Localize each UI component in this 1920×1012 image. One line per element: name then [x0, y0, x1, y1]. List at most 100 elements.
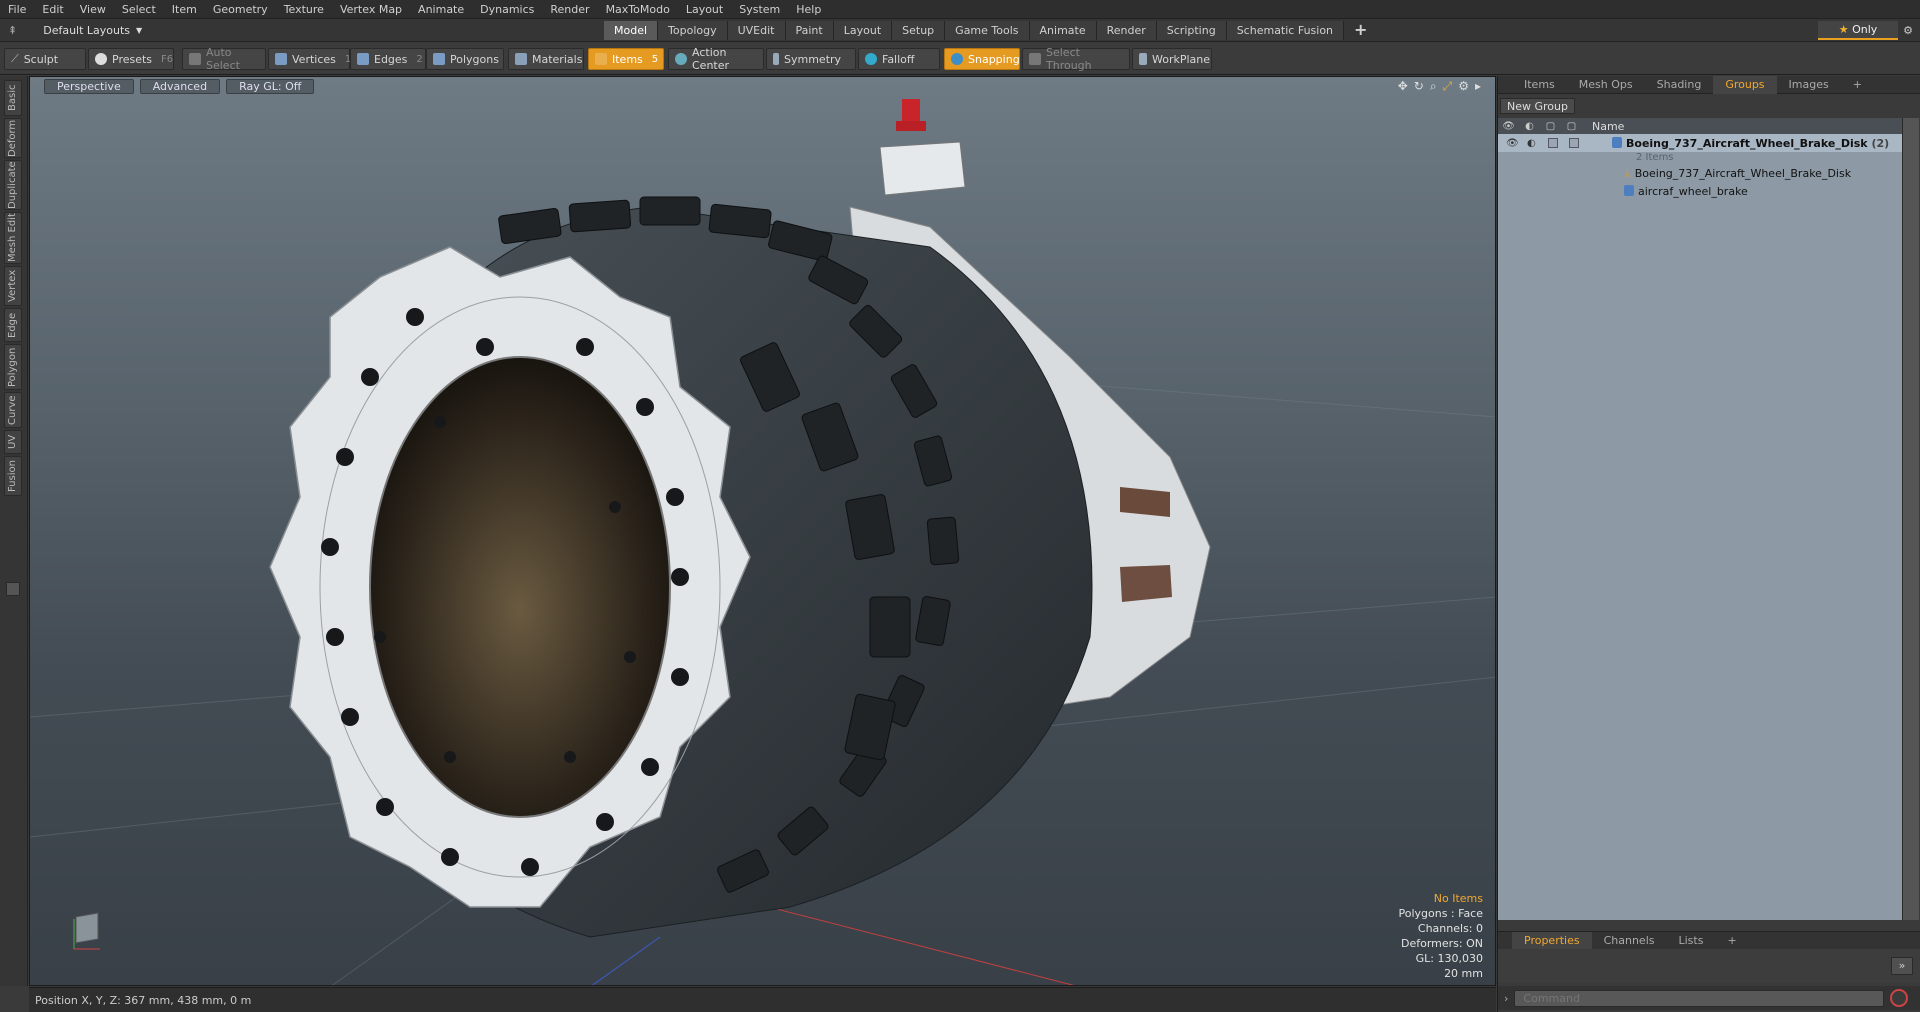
- gear-icon[interactable]: ⚙: [1898, 21, 1918, 40]
- menu-view[interactable]: View: [72, 0, 114, 19]
- menu-help[interactable]: Help: [788, 0, 829, 19]
- materials-icon: [515, 53, 527, 65]
- menu-geometry[interactable]: Geometry: [205, 0, 276, 19]
- add-bottom-tab-icon[interactable]: +: [1715, 932, 1748, 950]
- 3d-viewport[interactable]: Perspective Advanced Ray GL: Off ✥ ↻ ⌕ ⤢…: [29, 76, 1496, 986]
- groups-scrollbar[interactable]: [1902, 118, 1919, 920]
- menu-animate[interactable]: Animate: [410, 0, 472, 19]
- action-center-button[interactable]: Action Center: [668, 46, 764, 72]
- vtab-edge[interactable]: Edge: [4, 308, 22, 342]
- tab-game-tools[interactable]: Game Tools: [945, 21, 1030, 40]
- items-button[interactable]: Items 5: [588, 48, 664, 70]
- vtab-mesh-edit[interactable]: Mesh Edit: [4, 212, 22, 264]
- tab-shading[interactable]: Shading: [1645, 76, 1714, 94]
- group-render-icon[interactable]: ◐: [1527, 138, 1536, 149]
- presets-shortcut: F6: [161, 53, 174, 65]
- snapping-button[interactable]: Snapping: [944, 48, 1020, 70]
- vtab-duplicate[interactable]: Duplicate: [4, 160, 22, 210]
- only-button[interactable]: ★ Only: [1818, 21, 1898, 40]
- menu-layout[interactable]: Layout: [678, 0, 731, 19]
- layout-selector[interactable]: ⇞ Default Layouts ▼: [8, 22, 142, 39]
- vtab-basic[interactable]: Basic: [4, 80, 22, 116]
- tab-channels[interactable]: Channels: [1592, 932, 1667, 950]
- tab-scripting[interactable]: Scripting: [1156, 21, 1227, 40]
- vtab-uv[interactable]: UV: [4, 430, 22, 454]
- workplane-button[interactable]: WorkPlane: [1132, 48, 1212, 70]
- items-shortcut: 5: [651, 53, 659, 65]
- falloff-button[interactable]: Falloff: [858, 48, 940, 70]
- menu-vertex-map[interactable]: Vertex Map: [332, 0, 410, 19]
- polygons-button[interactable]: Polygons: [426, 48, 504, 70]
- tab-schematic-fusion[interactable]: Schematic Fusion: [1226, 21, 1345, 40]
- add-panel-tab-icon[interactable]: +: [1841, 76, 1874, 94]
- menu-edit[interactable]: Edit: [34, 0, 71, 19]
- tab-lists[interactable]: Lists: [1667, 932, 1716, 950]
- shading-mode-button[interactable]: Advanced: [139, 78, 221, 94]
- materials-button[interactable]: Materials: [508, 48, 584, 70]
- tab-animate[interactable]: Animate: [1029, 21, 1097, 40]
- tab-mesh-ops[interactable]: Mesh Ops: [1567, 76, 1645, 94]
- menu-bar: File Edit View Select Item Geometry Text…: [0, 0, 1920, 19]
- scene-render[interactable]: [30, 77, 1496, 986]
- auto-select-button[interactable]: Auto Select: [182, 46, 266, 72]
- record-macro-button[interactable]: [1890, 989, 1909, 1007]
- sculpt-button[interactable]: ⟋ Sculpt: [4, 48, 86, 70]
- select-through-button[interactable]: Select Through: [1022, 46, 1130, 72]
- view-mode-button[interactable]: Perspective: [44, 78, 134, 94]
- tab-topology[interactable]: Topology: [658, 21, 728, 40]
- menu-file[interactable]: File: [0, 0, 34, 19]
- menu-maxtomodo[interactable]: MaxToModo: [598, 0, 678, 19]
- collapse-icon[interactable]: ⇞: [8, 24, 17, 37]
- tab-paint[interactable]: Paint: [785, 21, 834, 40]
- right-panel-tabs: Items Mesh Ops Shading Groups Images +: [1498, 75, 1920, 94]
- menu-select[interactable]: Select: [114, 0, 164, 19]
- rotate-icon[interactable]: ↻: [1414, 79, 1424, 94]
- tab-model[interactable]: Model: [604, 21, 659, 40]
- zoom-icon[interactable]: ⌕: [1430, 79, 1437, 94]
- menu-system[interactable]: System: [731, 0, 788, 19]
- expand-panel-button[interactable]: [6, 582, 20, 596]
- fit-icon[interactable]: ⤢: [1443, 79, 1453, 94]
- expand-arrows-icon[interactable]: »: [1891, 957, 1913, 975]
- tab-layout[interactable]: Layout: [833, 21, 893, 40]
- tab-images[interactable]: Images: [1777, 76, 1841, 94]
- tab-properties[interactable]: Properties: [1512, 931, 1592, 950]
- tab-setup[interactable]: Setup: [892, 21, 946, 40]
- render-icon[interactable]: ◐: [1519, 121, 1540, 132]
- vertices-button[interactable]: Vertices 1: [268, 48, 351, 70]
- tab-groups[interactable]: Groups: [1713, 75, 1777, 94]
- vtab-fusion[interactable]: Fusion: [4, 456, 22, 496]
- add-tab-icon[interactable]: +: [1344, 21, 1377, 40]
- menu-render[interactable]: Render: [542, 0, 597, 19]
- new-group-button[interactable]: New Group: [1500, 98, 1575, 114]
- tab-uvedit[interactable]: UVEdit: [727, 21, 786, 40]
- symmetry-icon: [773, 53, 779, 65]
- tab-items[interactable]: Items: [1512, 76, 1567, 94]
- lock-icon[interactable]: ▢: [1540, 121, 1561, 132]
- presets-button[interactable]: Presets F6: [88, 48, 174, 70]
- raygl-button[interactable]: Ray GL: Off: [226, 78, 315, 94]
- viewport-gear-icon[interactable]: ⚙: [1458, 79, 1469, 94]
- tree-child-locator[interactable]: ⅄ Boeing_737_Aircraft_Wheel_Brake_Disk: [1498, 164, 1902, 182]
- symmetry-button[interactable]: Symmetry: [766, 48, 856, 70]
- command-input[interactable]: [1514, 989, 1885, 1007]
- tree-child-mesh[interactable]: aircraf_wheel_brake: [1498, 182, 1902, 200]
- viewport-menu-icon[interactable]: ▸: [1475, 79, 1481, 94]
- vtab-polygon[interactable]: Polygon: [4, 344, 22, 390]
- pan-icon[interactable]: ✥: [1398, 79, 1408, 94]
- status-bar: Position X, Y, Z: 367 mm, 438 mm, 0 m: [29, 987, 1496, 1012]
- group-lock-toggle[interactable]: [1548, 138, 1558, 148]
- menu-item[interactable]: Item: [164, 0, 205, 19]
- vtab-curve[interactable]: Curve: [4, 392, 22, 428]
- eye-icon[interactable]: 👁: [1498, 121, 1519, 132]
- vtab-vertex[interactable]: Vertex: [4, 266, 22, 306]
- menu-texture[interactable]: Texture: [276, 0, 332, 19]
- vtab-deform[interactable]: Deform: [4, 118, 22, 158]
- select-icon[interactable]: ▢: [1561, 121, 1582, 132]
- group-visibility-icon[interactable]: 👁: [1506, 138, 1519, 149]
- chevron-down-icon: ▼: [136, 26, 143, 35]
- group-select-toggle[interactable]: [1569, 138, 1579, 148]
- edges-button[interactable]: Edges 2: [350, 48, 426, 70]
- tab-render[interactable]: Render: [1096, 21, 1157, 40]
- menu-dynamics[interactable]: Dynamics: [472, 0, 542, 19]
